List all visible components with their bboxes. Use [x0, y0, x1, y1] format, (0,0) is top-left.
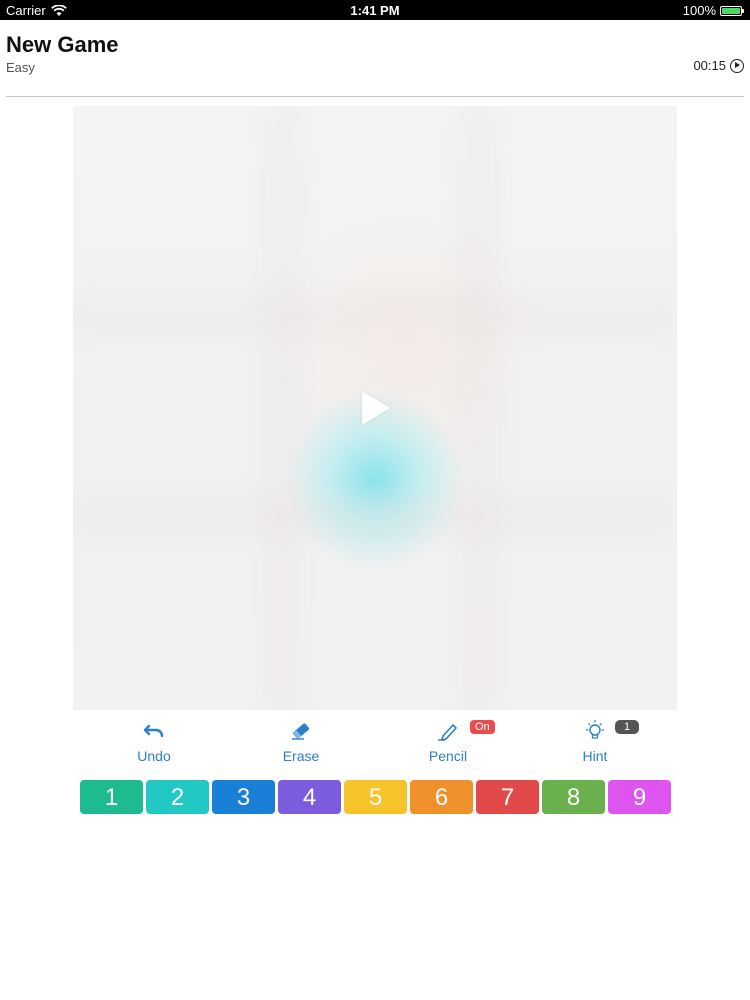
pencil-status-badge: On: [470, 720, 495, 734]
page-title: New Game: [6, 32, 119, 57]
status-time: 1:41 PM: [350, 3, 400, 18]
number-button-3[interactable]: 3: [212, 780, 275, 814]
play-circle-icon[interactable]: [730, 58, 744, 73]
undo-label: Undo: [137, 748, 171, 764]
battery-percent: 100%: [682, 3, 716, 18]
number-button-7[interactable]: 7: [476, 780, 539, 814]
battery-icon: [720, 5, 744, 16]
number-button-6[interactable]: 6: [410, 780, 473, 814]
pencil-label: Pencil: [428, 748, 468, 764]
sudoku-board-paused[interactable]: [73, 106, 677, 710]
undo-icon: [143, 724, 164, 738]
erase-button[interactable]: Erase: [241, 718, 361, 768]
hint-count-badge: 1: [615, 720, 640, 734]
number-button-5[interactable]: 5: [344, 780, 407, 814]
board-blur-line: [458, 106, 498, 710]
board-blur-line: [73, 296, 677, 336]
erase-label: Erase: [282, 748, 320, 764]
number-button-4[interactable]: 4: [278, 780, 341, 814]
timer-value: 00:15: [693, 58, 726, 73]
battery-group: 100%: [682, 3, 744, 18]
difficulty-label: Easy: [6, 60, 35, 75]
pencil-button[interactable]: On Pencil: [388, 718, 508, 768]
undo-button[interactable]: Undo: [94, 718, 214, 768]
number-button-9[interactable]: 9: [608, 780, 671, 814]
board-blur-line: [263, 106, 303, 710]
timer[interactable]: 00:15: [693, 58, 744, 73]
number-button-2[interactable]: 2: [146, 780, 209, 814]
header-divider: [6, 96, 744, 97]
toolbar: Undo Erase On Pencil 1 Hint: [80, 718, 670, 768]
pencil-icon: [438, 724, 457, 741]
number-button-1[interactable]: 1: [80, 780, 143, 814]
board-blur-line: [73, 496, 677, 536]
hint-label: Hint: [582, 748, 608, 764]
eraser-icon: [292, 723, 310, 740]
number-button-8[interactable]: 8: [542, 780, 605, 814]
hint-button[interactable]: 1 Hint: [535, 718, 655, 768]
play-icon[interactable]: [362, 391, 390, 425]
status-bar: Carrier 1:41 PM 100%: [0, 0, 750, 20]
number-pad: 1 2 3 4 5 6 7 8 9: [80, 780, 671, 815]
lightbulb-icon: [586, 720, 604, 739]
game-header: New Game Easy 00:15: [6, 32, 744, 78]
